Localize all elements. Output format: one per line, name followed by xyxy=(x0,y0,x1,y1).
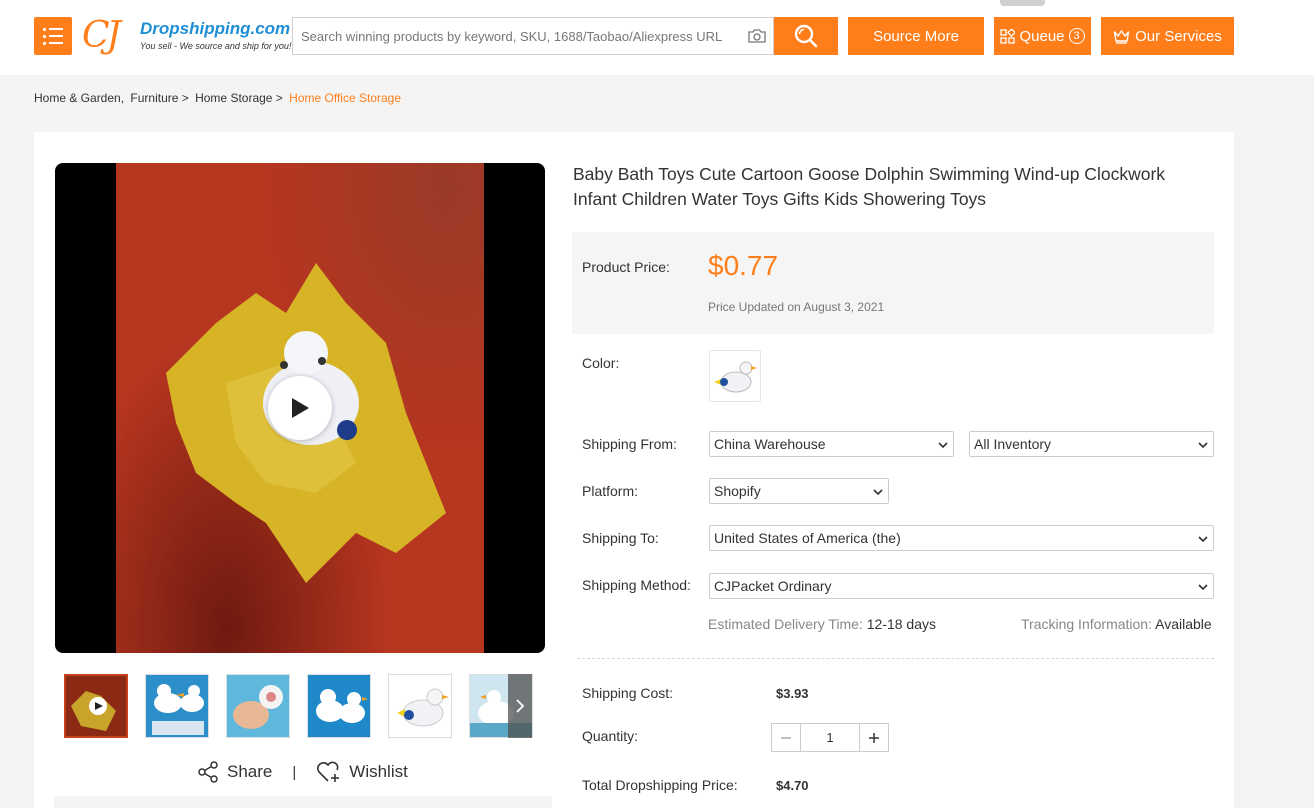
shipping-method-label: Shipping Method: xyxy=(582,577,691,593)
shipping-cost-label: Shipping Cost: xyxy=(582,685,674,701)
menu-icon xyxy=(43,27,63,31)
product-price: $0.77 xyxy=(708,250,779,281)
shipping-cost-value: $3.93 xyxy=(776,686,809,701)
queue-label: Queue xyxy=(1019,27,1065,45)
logo-mark: CJ xyxy=(82,15,121,56)
total-price-value: $4.70 xyxy=(776,778,809,793)
quantity-increase-button[interactable] xyxy=(859,724,888,751)
tracking-label: Tracking Information: xyxy=(1021,616,1152,632)
camera-icon[interactable] xyxy=(747,28,767,44)
product-video[interactable] xyxy=(55,163,545,653)
goose-swatch-image xyxy=(714,361,757,393)
share-wishlist-row: Share | Wishlist xyxy=(196,758,408,786)
shipping-from-value: China Warehouse xyxy=(714,436,826,452)
quantity-decrease-button[interactable] xyxy=(772,724,801,751)
delivery-label: Estimated Delivery Time: xyxy=(708,616,863,632)
platform-select[interactable]: Shopify xyxy=(709,478,889,504)
platform-value: Shopify xyxy=(714,483,761,499)
share-label: Share xyxy=(227,762,273,781)
delivery-value: 12-18 days xyxy=(866,616,936,632)
price-panel xyxy=(572,232,1214,334)
share-button[interactable]: Share xyxy=(196,760,272,784)
thumbnail-image[interactable] xyxy=(388,674,452,738)
top-header: CJ Dropshipping.com You sell - We source… xyxy=(0,0,1314,75)
goose-toys-image xyxy=(316,689,368,723)
total-price-label: Total Dropshipping Price: xyxy=(582,777,738,793)
quantity-input[interactable]: 1 xyxy=(801,724,859,751)
hand-with-toy-image xyxy=(233,685,283,729)
heart-plus-icon xyxy=(317,761,340,782)
our-services-label: Our Services xyxy=(1135,27,1222,45)
estimated-delivery: Estimated Delivery Time: 12-18 days xyxy=(708,616,936,632)
color-option[interactable] xyxy=(709,350,761,402)
shipping-to-value: United States of America (the) xyxy=(714,530,901,546)
chevron-down-icon xyxy=(938,442,948,449)
queue-button[interactable]: Queue 3 xyxy=(994,17,1091,55)
source-more-button[interactable]: Source More xyxy=(848,17,984,55)
quantity-stepper: 1 xyxy=(771,723,889,752)
quantity-label: Quantity: xyxy=(582,728,639,744)
breadcrumb-item[interactable]: Home & Garden, xyxy=(34,91,124,105)
logo-name: Dropshipping.com xyxy=(140,19,291,38)
site-logo[interactable]: CJ Dropshipping.com You sell - We source… xyxy=(82,15,291,58)
chevron-right-icon xyxy=(516,699,525,713)
our-services-button[interactable]: Our Services xyxy=(1101,17,1234,55)
separator: | xyxy=(292,763,297,781)
search-input[interactable] xyxy=(293,18,747,54)
share-icon xyxy=(198,761,218,783)
search-icon xyxy=(794,24,818,48)
breadcrumb-item[interactable]: Furniture > xyxy=(130,91,188,105)
chevron-down-icon xyxy=(873,489,883,496)
play-icon xyxy=(292,398,309,418)
chevron-down-icon xyxy=(1198,536,1208,543)
shipping-to-label: Shipping To: xyxy=(582,530,659,546)
minus-icon xyxy=(781,736,791,739)
thumbnail-image[interactable] xyxy=(307,674,371,738)
crown-icon xyxy=(1113,29,1130,44)
inventory-select[interactable]: All Inventory xyxy=(969,431,1214,457)
inventory-value: All Inventory xyxy=(974,436,1052,452)
queue-count-badge: 3 xyxy=(1068,28,1085,44)
shipping-from-select[interactable]: China Warehouse xyxy=(709,431,954,457)
chevron-down-icon xyxy=(1198,442,1208,449)
tracking-value: Available xyxy=(1155,616,1212,632)
search-button[interactable] xyxy=(774,17,838,55)
price-label: Product Price: xyxy=(582,259,670,275)
thumbnail-strip xyxy=(64,674,533,738)
breadcrumb-current[interactable]: Home Office Storage xyxy=(289,91,401,105)
queue-tab-handle xyxy=(1000,0,1045,6)
color-label: Color: xyxy=(582,355,620,371)
section-divider xyxy=(54,796,552,808)
shipping-from-label: Shipping From: xyxy=(582,436,677,452)
thumbnail-image[interactable] xyxy=(226,674,290,738)
grid-icon xyxy=(1000,28,1016,44)
platform-label: Platform: xyxy=(582,483,639,499)
wishlist-label: Wishlist xyxy=(349,762,408,781)
thumbnail-image[interactable] xyxy=(145,674,209,738)
breadcrumb: Home & Garden, Furniture > Home Storage … xyxy=(34,91,404,105)
price-updated-date: Price Updated on August 3, 2021 xyxy=(708,300,885,314)
tracking-information: Tracking Information: Available xyxy=(1021,616,1212,632)
shipping-method-value: CJPacket Ordinary xyxy=(714,578,832,594)
goose-toys-image xyxy=(152,684,204,735)
search-bar xyxy=(292,17,774,55)
plus-icon xyxy=(869,732,879,743)
play-button[interactable] xyxy=(268,376,332,440)
goose-toy-image xyxy=(397,688,449,727)
dashed-divider xyxy=(577,658,1214,659)
chevron-down-icon xyxy=(1198,584,1208,591)
thumbnail-next-button[interactable] xyxy=(508,674,532,738)
menu-button[interactable] xyxy=(34,17,72,55)
breadcrumb-item[interactable]: Home Storage > xyxy=(195,91,283,105)
wishlist-button[interactable]: Wishlist xyxy=(316,760,408,784)
product-title: Baby Bath Toys Cute Cartoon Goose Dolphi… xyxy=(573,164,1166,209)
shipping-to-select[interactable]: United States of America (the) xyxy=(709,525,1214,551)
thumbnail-video[interactable] xyxy=(64,674,128,738)
shipping-method-select[interactable]: CJPacket Ordinary xyxy=(709,573,1214,599)
logo-tagline: You sell - We source and ship for you! xyxy=(140,41,292,51)
video-thumbnail-image xyxy=(71,691,116,731)
